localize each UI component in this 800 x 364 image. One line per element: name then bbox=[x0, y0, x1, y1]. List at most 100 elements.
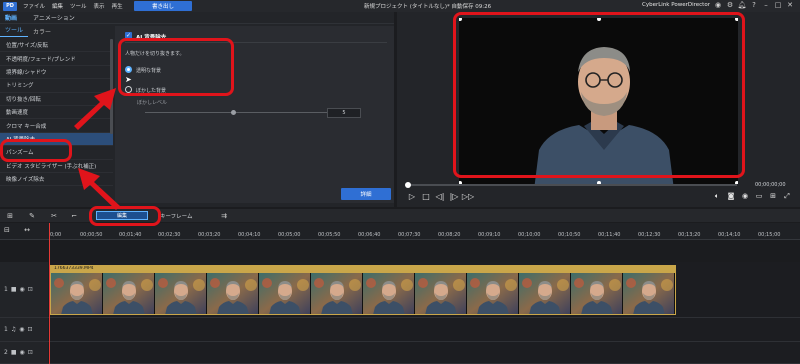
track-2-video: 2 ■ ◉ ⊡ bbox=[0, 342, 800, 364]
blur-level-label: ぼかしレベル bbox=[137, 100, 168, 106]
clip-thumbnail bbox=[259, 273, 311, 314]
project-title: 新規プロジェクト (タイトルなし)* 自動保存 09:26 bbox=[364, 4, 492, 10]
track-manager-icon[interactable]: ⊟ bbox=[4, 226, 10, 234]
maximize-icon[interactable]: □ bbox=[772, 1, 784, 9]
ruler-tick: 00;11;40 bbox=[598, 232, 621, 238]
ruler-tick: 00;01;40 bbox=[119, 232, 142, 238]
ruler-tick: 00;10;00 bbox=[518, 232, 541, 238]
subtab-tools[interactable]: ツール bbox=[0, 25, 29, 37]
ruler-tick: 00;12;30 bbox=[638, 232, 661, 238]
preview-progress-bar[interactable] bbox=[407, 184, 737, 186]
stop-icon[interactable]: □ bbox=[419, 192, 433, 201]
ruler-tick: 00;00;50 bbox=[80, 232, 103, 238]
window-controls: ◉ ⚙ 🔔︎ ? – □ ✕ bbox=[712, 1, 796, 9]
visibility-icon[interactable]: ◉ bbox=[19, 326, 24, 333]
fullscreen-icon[interactable]: ⤢ bbox=[780, 192, 794, 201]
clip-thumbnails bbox=[51, 273, 675, 314]
minimize-icon[interactable]: – bbox=[760, 1, 772, 9]
clip-label: 1766373339.MP4 bbox=[51, 266, 675, 273]
clip-thumbnail bbox=[51, 273, 103, 314]
ruler-tick: 00;03;20 bbox=[198, 232, 221, 238]
track-header: 2 ■ ◉ ⊡ bbox=[0, 342, 48, 363]
close-icon[interactable]: ✕ bbox=[784, 1, 796, 9]
menu-file[interactable]: ファイル bbox=[23, 2, 45, 10]
fit-icon[interactable]: ⊞ bbox=[766, 192, 780, 201]
previous-frame-icon[interactable]: ◁| bbox=[433, 192, 447, 201]
help-icon[interactable]: ? bbox=[748, 1, 760, 9]
fit-timeline-icon[interactable]: ↔ bbox=[24, 226, 30, 234]
preview-progress-knob[interactable] bbox=[405, 182, 411, 188]
tab-video[interactable]: 動画 bbox=[5, 13, 17, 22]
blur-level-slider[interactable] bbox=[145, 112, 335, 113]
track-number: 2 bbox=[4, 349, 8, 356]
subtab-color[interactable]: カラー bbox=[28, 27, 56, 36]
ruler-tick: 00;04;10 bbox=[238, 232, 261, 238]
settings-icon[interactable]: ⚙ bbox=[724, 1, 736, 9]
record-icon[interactable]: ◉ bbox=[738, 192, 752, 201]
clip-thumbnail bbox=[623, 273, 675, 314]
fast-forward-icon[interactable]: ▷▷ bbox=[461, 192, 475, 201]
visibility-icon[interactable]: ◉ bbox=[20, 286, 25, 293]
play-icon[interactable]: ▷ bbox=[405, 192, 419, 201]
account-icon[interactable]: ◉ bbox=[712, 1, 724, 9]
menu-edit[interactable]: 編集 bbox=[52, 2, 63, 10]
ruler-tick: 00;13;20 bbox=[678, 232, 701, 238]
ruler-tick: 00;07;30 bbox=[398, 232, 421, 238]
cut-icon[interactable]: ✂ bbox=[47, 212, 61, 220]
notification-icon[interactable]: 🔔︎ bbox=[736, 1, 748, 9]
tab-animation[interactable]: アニメーション bbox=[33, 13, 75, 22]
detail-button[interactable]: 詳細 bbox=[341, 188, 391, 200]
visibility-icon[interactable]: ◉ bbox=[20, 349, 25, 356]
playback-controls: ▷ □ ◁| |▷ ▷▷ bbox=[405, 192, 475, 201]
blur-level-value[interactable]: 5 bbox=[327, 108, 361, 118]
next-frame-icon[interactable]: |▷ bbox=[447, 192, 461, 201]
clip-thumbnail bbox=[207, 273, 259, 314]
clip-thumbnail bbox=[363, 273, 415, 314]
menu-play[interactable]: 再生 bbox=[112, 2, 123, 10]
track-number: 1 bbox=[4, 326, 8, 333]
clip-thumbnail bbox=[155, 273, 207, 314]
lock-icon[interactable]: ⊡ bbox=[28, 286, 33, 293]
export-button[interactable]: 書き出し bbox=[134, 1, 192, 11]
app-logo: PD bbox=[3, 1, 17, 11]
track-header: 1 ♫ ◉ ⊡ bbox=[0, 318, 48, 341]
track-1-audio: 1 ♫ ◉ ⊡ bbox=[0, 318, 800, 342]
ruler-tick: 0;00 bbox=[50, 232, 62, 238]
video-clip[interactable]: 1766373339.MP4 bbox=[50, 265, 676, 315]
menu-tools[interactable]: ツール bbox=[70, 2, 87, 10]
clip-thumbnail bbox=[519, 273, 571, 314]
display-icon[interactable]: ▭ bbox=[752, 192, 766, 201]
annotation-arrow-up-left bbox=[78, 168, 120, 210]
lock-icon[interactable]: ⊡ bbox=[28, 349, 33, 356]
snapshot-icon[interactable]: ◙ bbox=[724, 192, 738, 201]
tool-item-opacity[interactable]: 不透明度/フェード/ブレンド bbox=[0, 52, 113, 66]
ruler-tick: 00;10;50 bbox=[558, 232, 581, 238]
ruler-tick: 00;15;00 bbox=[758, 232, 781, 238]
keyframe-button[interactable]: キーフレーム bbox=[160, 212, 193, 220]
audio-track-icon: ♫ bbox=[10, 326, 17, 333]
clip-thumbnail bbox=[103, 273, 155, 314]
ruler-tick: 00;06;40 bbox=[358, 232, 381, 238]
ruler-tick: 00;05;50 bbox=[318, 232, 341, 238]
preview-tools: 🔈︎ ◙ ◉ ▭ ⊞ ⤢ bbox=[710, 192, 794, 201]
split-icon[interactable]: ✎ bbox=[25, 212, 39, 220]
playhead[interactable] bbox=[49, 223, 50, 364]
export-frame-icon[interactable]: ⇉ bbox=[217, 212, 231, 220]
annotation-box-ai-tool bbox=[0, 139, 72, 162]
ruler-tick: 00;09;10 bbox=[478, 232, 501, 238]
crop-icon[interactable]: ⌐ bbox=[67, 212, 81, 220]
brand-label: CyberLink PowerDirector bbox=[642, 2, 710, 8]
blur-level-slider-knob[interactable] bbox=[231, 110, 236, 115]
annotation-box-ai-options bbox=[118, 38, 234, 96]
tool-item-position[interactable]: 位置/サイズ/反転 bbox=[0, 39, 113, 53]
volume-icon[interactable]: 🔈︎ bbox=[710, 192, 724, 201]
clip-thumbnail bbox=[467, 273, 519, 314]
lock-icon[interactable]: ⊡ bbox=[27, 326, 32, 333]
add-media-icon[interactable]: ⊞ bbox=[3, 212, 17, 220]
clip-thumbnail bbox=[415, 273, 467, 314]
tool-item-border[interactable]: 境界線/シャドウ bbox=[0, 66, 113, 80]
menu-view[interactable]: 表示 bbox=[94, 2, 105, 10]
ruler-tick: 00;02;30 bbox=[158, 232, 181, 238]
video-track-icon: ■ bbox=[10, 286, 17, 293]
menu-bar: ファイル 編集 ツール 表示 再生 bbox=[23, 2, 130, 10]
